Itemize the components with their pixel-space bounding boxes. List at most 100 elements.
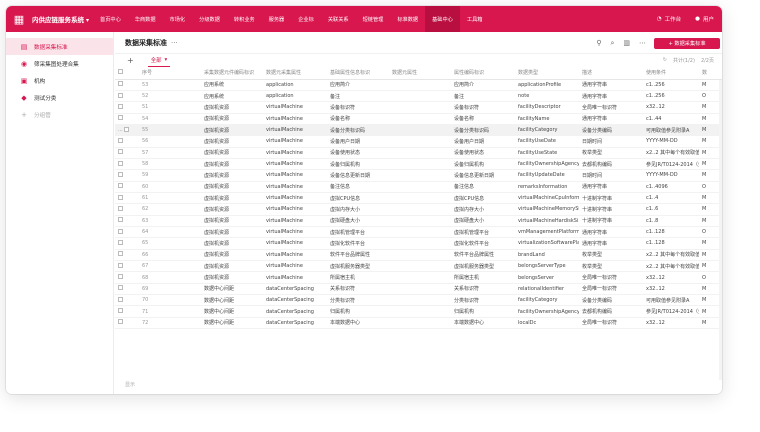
top-nav-item[interactable]: 转积业务 [227, 6, 262, 32]
more-icon[interactable]: ··· [171, 39, 178, 47]
refresh-icon[interactable]: ↻ [663, 57, 667, 64]
checkbox-icon[interactable] [118, 81, 123, 87]
tab-all[interactable]: 全部 ▾ [147, 54, 171, 67]
table-row[interactable]: 57 虚拟机资源 virtualMachine 设备使用状态 设备使用状态 facilit… [115, 147, 722, 159]
table-row[interactable]: 67 虚拟机资源 virtualMachine 虚拟机服务器类型 虚拟机服务器类型 bel… [115, 260, 722, 273]
user-menu[interactable]: ● 用户 [695, 15, 714, 23]
top-nav-item[interactable]: 短链管理 [356, 6, 391, 32]
row-checkbox-cell[interactable] [115, 203, 139, 216]
checkbox-icon[interactable] [118, 149, 123, 155]
table-row[interactable]: 71 数据中心间距 dataCenterSpacing 归属机构 归属机构 facilit… [115, 305, 722, 318]
table-row[interactable]: 68 虚拟机资源 virtualMachine 所属宿主机 所属宿主机 belongsSe… [115, 271, 722, 284]
top-nav-item[interactable]: 市场化 [163, 6, 193, 32]
checkbox-icon[interactable] [118, 308, 123, 314]
table-row[interactable]: 59 虚拟机资源 virtualMachine 设备信息更新日期 设备信息更新日期 fac… [115, 169, 722, 182]
column-header[interactable]: 数据元属性 [389, 67, 451, 80]
row-checkbox-cell[interactable] [115, 169, 139, 182]
add-standard-button[interactable]: + 数据采集标准 [654, 38, 720, 49]
table-row[interactable]: 62 虚拟机资源 virtualMachine 虚拟内存大小 虚拟内存大小 virtual… [115, 203, 722, 216]
table-row[interactable]: 61 虚拟机资源 virtualMachine 虚拟CPU信息 虚拟CPU信息 virtu… [115, 192, 722, 205]
row-checkbox-cell[interactable] [115, 237, 139, 250]
sidebar-item-collection[interactable]: ◉ 筛采集图处理合集 [6, 55, 113, 72]
row-checkbox-cell[interactable] [115, 215, 139, 227]
layout-icon[interactable]: ▥ [623, 39, 630, 48]
column-header[interactable]: 序号 [139, 67, 201, 80]
row-checkbox-cell[interactable] [115, 181, 139, 193]
row-checkbox-cell[interactable] [115, 113, 139, 125]
top-nav-item[interactable]: 服务器 [262, 6, 292, 32]
checkbox-icon[interactable] [118, 103, 123, 109]
select-all-checkbox[interactable] [115, 67, 139, 80]
checkbox-icon[interactable] [118, 194, 123, 200]
checkbox-icon[interactable] [118, 296, 123, 302]
row-checkbox-cell[interactable] [115, 147, 139, 159]
row-checkbox-cell[interactable] [115, 90, 139, 103]
table-row[interactable]: 58 虚拟机资源 virtualMachine 设备归属机构 设备归属机构 facilit… [115, 158, 722, 171]
app-title[interactable]: 内供应链服务系统 ▾ [32, 14, 89, 24]
column-header[interactable]: 描述 [579, 67, 643, 80]
column-header[interactable]: 采集数据元件编码标识 [201, 67, 263, 80]
row-checkbox-cell[interactable] [115, 305, 139, 318]
top-nav-item[interactable]: 关联关系 [321, 6, 356, 32]
sidebar-item-add-group[interactable]: + 分组管 [6, 106, 113, 123]
search-icon[interactable]: ⌕ [610, 39, 614, 48]
row-checkbox-cell[interactable] [115, 317, 139, 330]
checkbox-icon[interactable] [118, 171, 123, 177]
table-row[interactable]: 63 虚拟机资源 virtualMachine 虚拟硬盘大小 虚拟硬盘大小 virtual… [115, 215, 722, 227]
checkbox-icon[interactable] [118, 228, 123, 234]
sidebar-item-org[interactable]: ▣ 机构 [6, 72, 113, 89]
column-header[interactable]: 数 [699, 67, 722, 80]
more-menu-icon[interactable]: ⋯ [639, 39, 646, 48]
column-header[interactable]: 使用条件 [643, 67, 699, 80]
row-checkbox-cell[interactable]: ··· [115, 124, 139, 137]
checkbox-icon[interactable] [124, 126, 130, 132]
checkbox-icon[interactable] [118, 115, 123, 121]
column-header[interactable]: 数据类型 [515, 67, 579, 80]
checkbox-icon[interactable] [118, 319, 123, 325]
checkbox-icon[interactable] [118, 160, 123, 166]
table-row[interactable]: 60 虚拟机资源 virtualMachine 备注信息 备注信息 remarksInfo… [115, 181, 722, 193]
row-checkbox-cell[interactable] [115, 79, 139, 91]
top-nav-item[interactable]: 分级数据 [192, 6, 227, 32]
checkbox-icon[interactable] [118, 251, 123, 257]
table-row[interactable]: 53 应用系统 application 应用简介 应用简介 applicationProf… [115, 79, 722, 91]
row-checkbox-cell[interactable] [115, 260, 139, 273]
table-row[interactable]: 69 数据中心间距 dataCenterSpacing 关系标识符 关系标识符 relat… [115, 283, 722, 296]
checkbox-icon[interactable] [118, 183, 123, 189]
top-nav-item[interactable]: 企业标 [291, 6, 321, 32]
table-row[interactable]: 54 虚拟机资源 virtualMachine 设备名称 设备名称 facilityNam… [115, 113, 722, 125]
checkbox-icon[interactable] [118, 239, 123, 245]
top-nav-item[interactable]: 标准数据 [390, 6, 425, 32]
table-row[interactable]: 70 数据中心间距 dataCenterSpacing 分类标识符 分类标识符 facil… [115, 294, 722, 307]
table-row[interactable]: ··· 55 虚拟机资源 virtualMachine 设备分类标识码 设备分类标识码 f… [115, 124, 722, 137]
row-checkbox-cell[interactable] [115, 271, 139, 284]
sidebar-item-data-standard[interactable]: ▤ 数据采集标准 [6, 38, 113, 55]
scrollbar[interactable] [719, 80, 722, 380]
table-row[interactable]: 56 虚拟机资源 virtualMachine 设备用户日期 设备用户日期 facilit… [115, 135, 722, 148]
checkbox-icon[interactable] [118, 69, 123, 75]
column-header[interactable]: 基础属性信息标识 [327, 67, 389, 80]
checkbox-icon[interactable] [118, 217, 123, 223]
column-header[interactable]: 数据元采集属性 [263, 67, 327, 80]
table-row[interactable]: 65 虚拟机资源 virtualMachine 虚拟化软件平台 虚拟化软件平台 virtu… [115, 237, 722, 250]
top-nav-item[interactable]: 华商数据 [128, 6, 163, 32]
row-more-icon[interactable]: ··· [118, 128, 123, 134]
top-nav-item[interactable]: 工具箱 [460, 6, 490, 32]
workbench-button[interactable]: ◔ 工作台 [657, 15, 681, 23]
checkbox-icon[interactable] [118, 137, 123, 143]
table-row[interactable]: 72 数据中心间距 dataCenterSpacing 本端数据中心 本端数据中心 loc… [115, 317, 722, 330]
checkbox-icon[interactable] [118, 285, 123, 291]
sidebar-item-test[interactable]: ◆ 测试分类 [6, 89, 113, 106]
table-row[interactable]: 51 虚拟机资源 virtualMachine 设备标识符 设备标识符 facilityD… [115, 101, 722, 114]
row-checkbox-cell[interactable] [115, 226, 139, 239]
row-checkbox-cell[interactable] [115, 249, 139, 262]
add-view-icon[interactable]: + [127, 56, 134, 65]
checkbox-icon[interactable] [118, 92, 123, 98]
app-grid-icon[interactable]: ▦ [6, 6, 32, 32]
checkbox-icon[interactable] [118, 205, 123, 211]
table-row[interactable]: 52 应用系统 application 备注 备注 note 通用字符串 c1..256 O [115, 90, 722, 103]
filter-icon[interactable]: ⚲ [596, 39, 601, 48]
checkbox-icon[interactable] [118, 274, 123, 280]
table-row[interactable]: 64 虚拟机资源 virtualMachine 虚拟机管理平台 虚拟机管理平台 vmMan… [115, 226, 722, 239]
row-checkbox-cell[interactable] [115, 294, 139, 307]
